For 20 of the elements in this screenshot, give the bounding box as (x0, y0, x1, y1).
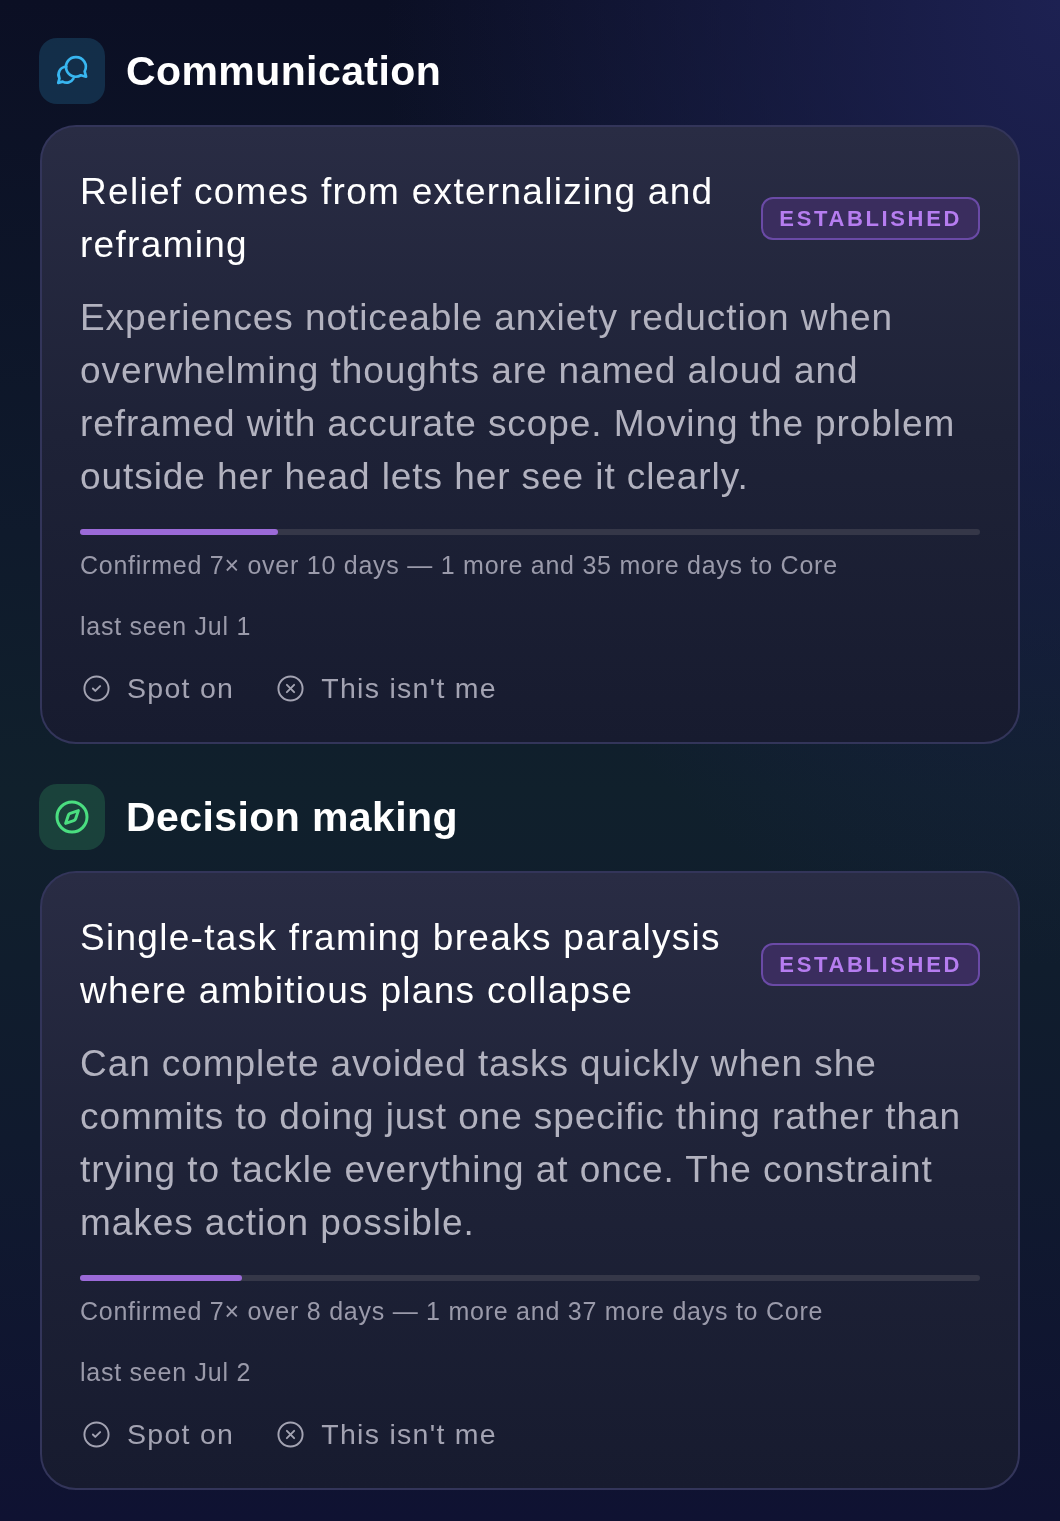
card-title: Relief comes from externalizing and reframing (80, 170, 715, 267)
confirm-button[interactable]: Spot on (82, 670, 235, 706)
last-seen-text: last seen Jul 2 (80, 1357, 253, 1388)
card-title: Single-task framing breaks paralysis where ambitious plans collapse (80, 916, 722, 1013)
status-badge: ESTABLISHED (761, 942, 980, 986)
confirm-button[interactable]: Spot on (82, 1416, 235, 1452)
check-circle-icon (82, 673, 111, 703)
x-circle-icon (276, 673, 306, 703)
reject-button[interactable]: This isn't me (276, 670, 497, 706)
x-circle-icon (276, 1419, 306, 1449)
section-heading: Communication (126, 47, 442, 95)
status-badge: ESTABLISHED (761, 196, 980, 240)
section-heading: Decision making (126, 793, 458, 841)
confirmation-text: Confirmed 7× over 8 days — 1 more and 37 more days to Core (80, 1296, 825, 1327)
reject-button[interactable]: This isn't me (276, 1416, 497, 1452)
last-seen-text: last seen Jul 1 (80, 611, 253, 642)
confirmation-text: Confirmed 7× over 10 days — 1 more and 35 more days to Core (80, 550, 839, 581)
card-description: Experiences noticeable anxiety reduction when overwhelming thoughts are named aloud and reframed with accurate scope. Moving the problem outside her head lets her see it clearly. (80, 296, 957, 499)
check-circle-icon (82, 1419, 111, 1449)
card-description: Can complete avoided tasks quickly when she commits to doing just one specific thing rather than trying to tackle everything at once. The constraint makes action possible. (80, 1042, 963, 1245)
